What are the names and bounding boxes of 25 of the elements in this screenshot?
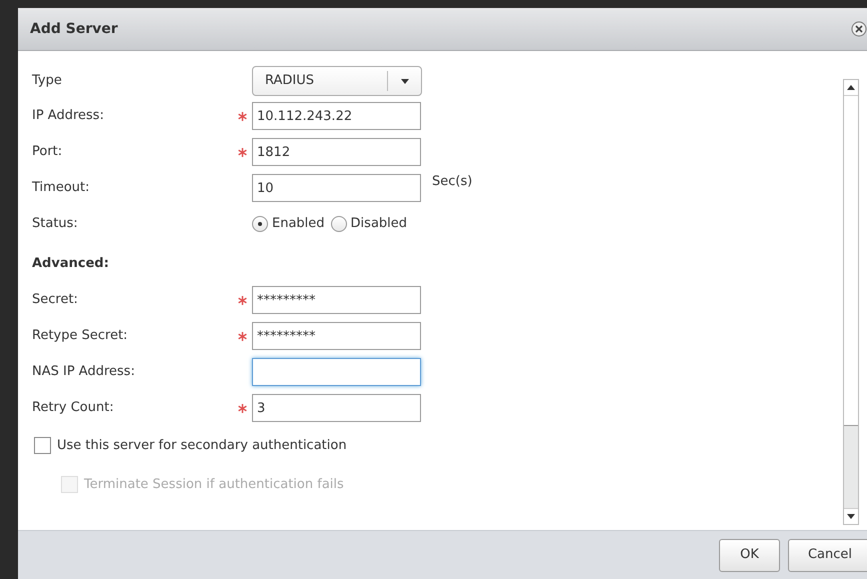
ok-button[interactable]: OK bbox=[719, 538, 780, 572]
field-label: Port: bbox=[32, 143, 64, 162]
field-label: Retype Secret: bbox=[32, 327, 129, 346]
field-label: IP Address: bbox=[32, 107, 105, 126]
type-dropdown[interactable]: RADIUS bbox=[252, 66, 422, 96]
text-field[interactable]: ********* bbox=[252, 322, 421, 350]
radio-label: Disabled bbox=[350, 215, 408, 234]
field-label: Status: bbox=[32, 215, 79, 234]
cancel-button[interactable]: Cancel bbox=[788, 538, 867, 572]
text-field[interactable]: 10.112.243.22 bbox=[252, 102, 421, 130]
text-field[interactable]: 3 bbox=[252, 394, 421, 422]
checkbox-label: Use this server for secondary authentication bbox=[57, 436, 347, 455]
field-label: Type bbox=[32, 72, 63, 90]
field-label: Retry Count: bbox=[32, 399, 115, 418]
unit-label: Sec(s) bbox=[432, 173, 472, 191]
text-field[interactable]: 10 bbox=[252, 174, 421, 202]
section-heading: Advanced: bbox=[32, 255, 109, 274]
radio-label: Enabled bbox=[272, 215, 325, 234]
field-label: NAS IP Address: bbox=[32, 363, 136, 382]
checkbox-label: Terminate Session if authentication fails bbox=[84, 476, 344, 494]
field-label: Timeout: bbox=[32, 179, 90, 198]
field-label: Secret: bbox=[32, 291, 79, 310]
text-field[interactable]: ********* bbox=[252, 286, 421, 314]
text-field[interactable]: 1812 bbox=[252, 138, 421, 166]
dialog-title: Add Server bbox=[30, 20, 118, 38]
